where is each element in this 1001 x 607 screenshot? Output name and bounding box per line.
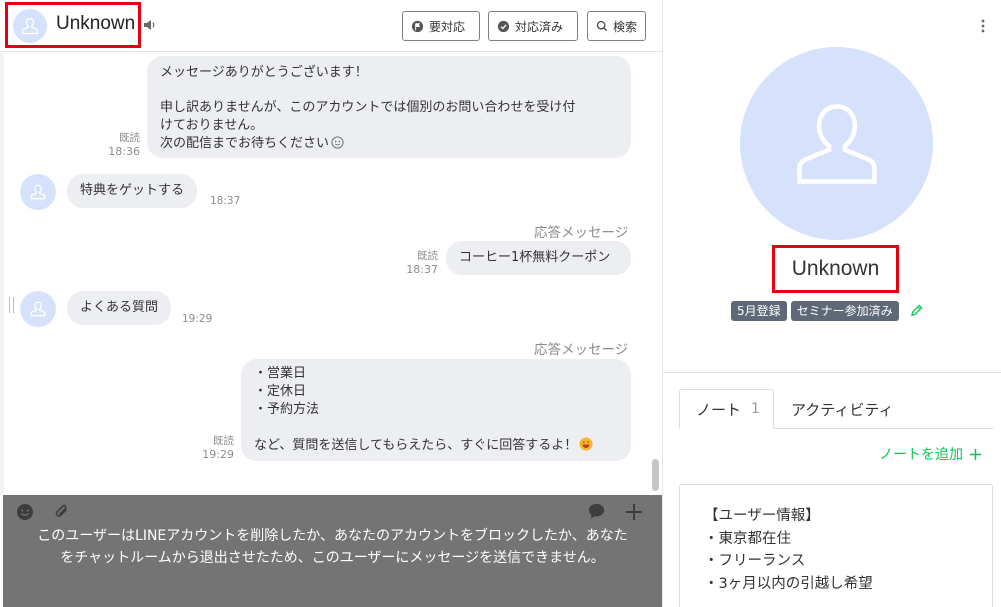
pencil-icon[interactable] bbox=[909, 303, 924, 318]
sender-avatar[interactable] bbox=[20, 291, 56, 327]
tab-notes[interactable]: ノート 1 bbox=[679, 389, 774, 429]
message-line: ・営業日 bbox=[254, 366, 307, 381]
smile-emoji-icon bbox=[331, 136, 344, 149]
chat-header: Unknown 要対応 対応済み 検索 bbox=[0, 0, 662, 52]
message-line: メッセージありがとうございます！ bbox=[160, 65, 368, 80]
app-root: Unknown 要対応 対応済み 検索 メッセージありがとうございます！ 申し訳… bbox=[0, 0, 1001, 607]
add-note-button[interactable]: ノートを追加 bbox=[879, 444, 982, 464]
needs-action-button[interactable]: 要対応 bbox=[402, 11, 480, 41]
message-bubble-outgoing[interactable]: ・営業日 ・定休日 ・予約方法 など、質問を送信してもらえたら、すぐに回答するよ… bbox=[241, 359, 631, 461]
message-line: など、質問を送信してもらえたら、すぐに回答するよ！ bbox=[254, 438, 578, 453]
user-avatar-icon bbox=[30, 301, 46, 317]
message-line: けておりません。 bbox=[160, 118, 264, 133]
read-receipt: 既読 19:29 bbox=[202, 435, 234, 461]
search-icon bbox=[596, 20, 608, 32]
check-bubble-icon bbox=[497, 20, 510, 32]
tag-badge[interactable]: 5月登録 bbox=[731, 300, 787, 321]
message-line bbox=[254, 419, 618, 437]
read-receipt: 既読 18:36 bbox=[108, 132, 140, 158]
needs-action-label: 要対応 bbox=[429, 19, 466, 34]
message-composer: このユーザーはLINEアカウントを削除したか、あなたのアカウントをブロックしたか… bbox=[3, 495, 662, 607]
note-line: ・東京都在住 bbox=[704, 530, 791, 547]
profile-name-highlight: Unknown bbox=[772, 245, 899, 293]
read-receipt: 既読 18:37 bbox=[406, 250, 438, 276]
message-line bbox=[160, 82, 618, 99]
profile-name[interactable]: Unknown bbox=[792, 257, 880, 281]
profile-avatar[interactable] bbox=[740, 47, 933, 240]
tag-list: 5月登録 セミナー参加済み bbox=[731, 300, 924, 321]
search-label: 検索 bbox=[613, 19, 638, 34]
note-line: 【ユーザー情報】 bbox=[704, 508, 820, 524]
message-list[interactable]: メッセージありがとうございます！ 申し訳ありませんが、このアカウントでは個別のお… bbox=[0, 53, 662, 495]
tab-notes-count: 1 bbox=[751, 401, 760, 417]
message-line: ・定休日 bbox=[254, 384, 307, 399]
header-avatar[interactable] bbox=[13, 9, 47, 43]
user-avatar-icon bbox=[21, 17, 39, 35]
message-time: 19:29 bbox=[182, 313, 213, 325]
chat-pane: Unknown 要対応 対応済み 検索 メッセージありがとうございます！ 申し訳… bbox=[0, 0, 663, 607]
section-divider bbox=[663, 372, 1001, 373]
message-bubble-incoming[interactable]: よくある質問 bbox=[67, 291, 172, 325]
sender-avatar[interactable] bbox=[20, 174, 56, 210]
left-edge-strip bbox=[0, 53, 4, 495]
message-bubble-outgoing[interactable]: コーヒー1杯無料クーポン bbox=[446, 241, 631, 275]
message-bubble-outgoing[interactable]: メッセージありがとうございます！ 申し訳ありませんが、このアカウントでは個別のお… bbox=[147, 56, 631, 158]
plus-icon[interactable] bbox=[624, 502, 644, 522]
speech-bubble-icon[interactable] bbox=[587, 502, 606, 521]
blocked-user-notice: このユーザーはLINEアカウントを削除したか、あなたのアカウントをブロックしたか… bbox=[37, 528, 628, 566]
flag-icon bbox=[411, 20, 424, 32]
note-line: ・3ヶ月以内の引越し希望 bbox=[704, 575, 873, 592]
user-avatar-icon bbox=[30, 184, 46, 200]
header-user-name[interactable]: Unknown bbox=[56, 13, 135, 35]
tab-notes-label: ノート bbox=[696, 400, 742, 419]
note-line: ・フリーランス bbox=[704, 553, 806, 569]
resize-handle[interactable] bbox=[9, 297, 14, 313]
message-line: 申し訳ありませんが、このアカウントでは個別のお問い合わせを受け付 bbox=[160, 100, 576, 115]
plus-icon bbox=[969, 448, 982, 460]
tab-activity[interactable]: アクティビティ bbox=[791, 389, 893, 429]
message-scrollbar[interactable] bbox=[652, 459, 659, 491]
tag-badge[interactable]: セミナー参加済み bbox=[790, 300, 899, 321]
message-time: 18:37 bbox=[210, 195, 241, 207]
auto-reply-label: 応答メッセージ bbox=[534, 342, 629, 358]
profile-pane: Unknown 5月登録 セミナー参加済み ノート 1 アクティビティ ノートを… bbox=[663, 0, 1001, 607]
message-bubble-incoming[interactable]: 特典をゲットする bbox=[67, 174, 198, 208]
kebab-menu-icon[interactable] bbox=[981, 19, 985, 33]
done-button[interactable]: 対応済み bbox=[488, 11, 578, 41]
note-card[interactable]: 【ユーザー情報】 ・東京都在住 ・フリーランス ・3ヶ月以内の引越し希望 bbox=[679, 484, 993, 607]
paperclip-icon[interactable] bbox=[53, 502, 71, 522]
emoji-icon[interactable] bbox=[16, 503, 34, 521]
user-avatar-icon bbox=[796, 103, 877, 184]
profile-tabs: ノート 1 アクティビティ bbox=[679, 389, 993, 429]
grin-emoji-icon bbox=[579, 437, 593, 451]
message-line: 次の配信までお待ちください bbox=[160, 136, 330, 151]
add-note-label: ノートを追加 bbox=[879, 447, 963, 463]
search-button[interactable]: 検索 bbox=[587, 11, 646, 41]
done-label: 対応済み bbox=[515, 19, 564, 34]
speaker-icon[interactable] bbox=[142, 17, 158, 33]
auto-reply-label: 応答メッセージ bbox=[534, 225, 629, 241]
message-line: ・予約方法 bbox=[254, 402, 320, 417]
